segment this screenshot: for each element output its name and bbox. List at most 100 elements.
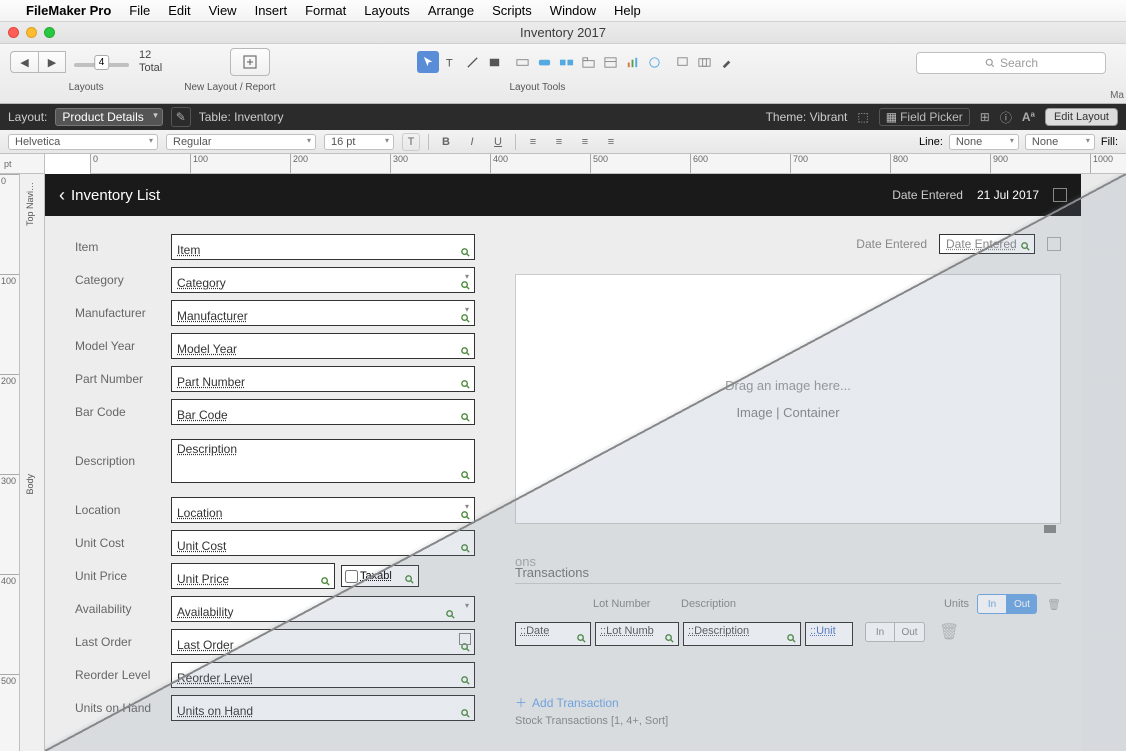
slide-tool-icon[interactable] <box>693 51 715 73</box>
portal-lot-field[interactable]: ::Lot Numb <box>595 622 679 646</box>
field-tool-icon[interactable] <box>511 51 533 73</box>
manage-label: Ma <box>1110 90 1124 101</box>
align-justify-icon[interactable]: ≡ <box>602 133 620 151</box>
field-unit-price[interactable]: Unit Price <box>171 563 335 589</box>
menu-format[interactable]: Format <box>305 3 346 18</box>
buttonbar-tool-icon[interactable] <box>555 51 577 73</box>
field-item[interactable]: Item <box>171 234 475 260</box>
header-action-icon[interactable] <box>1053 188 1067 202</box>
portal-desc-field[interactable]: ::Description <box>683 622 801 646</box>
webviewer-tool-icon[interactable] <box>643 51 665 73</box>
text-color-icon[interactable]: T <box>402 133 420 151</box>
underline-icon[interactable]: U <box>489 133 507 151</box>
line-tool-icon[interactable] <box>461 51 483 73</box>
menu-window[interactable]: Window <box>550 3 596 18</box>
svg-text:T: T <box>446 57 453 69</box>
new-layout-button[interactable] <box>230 48 270 76</box>
out-button[interactable]: Out <box>1007 594 1037 614</box>
line-weight-dropdown[interactable]: None <box>1025 134 1095 150</box>
field-description[interactable]: Description <box>171 439 475 483</box>
label-item: Item <box>75 240 171 254</box>
menu-arrange[interactable]: Arrange <box>428 3 474 18</box>
right-column: Date Entered Date Entered Drag an image … <box>515 234 1061 727</box>
align-left-icon[interactable]: ≡ <box>524 133 542 151</box>
field-picker-button[interactable]: ▦ Field Picker <box>879 108 970 126</box>
layout-dropdown[interactable]: Product Details <box>55 108 162 126</box>
resize-handle-icon[interactable] <box>1044 525 1056 533</box>
field-unit-cost[interactable]: Unit Cost <box>171 530 475 556</box>
row-trash-icon[interactable]: 🗑 <box>939 622 959 646</box>
bold-icon[interactable]: B <box>437 133 455 151</box>
date-entered-label2: Date Entered <box>856 237 927 251</box>
add-transaction-button[interactable]: ＋ Add Transaction <box>515 694 1061 711</box>
layout-slider[interactable]: 4 <box>74 63 129 67</box>
menu-file[interactable]: File <box>129 3 150 18</box>
field-category[interactable]: Category <box>171 267 475 293</box>
layout-canvas[interactable]: ‹ Inventory List Date Entered 21 Jul 201… <box>45 174 1126 751</box>
trash-icon[interactable]: 🗑 <box>1047 598 1061 611</box>
menu-insert[interactable]: Insert <box>255 3 288 18</box>
theme-icon[interactable]: ⬚ <box>857 110 868 124</box>
text-tool-icon[interactable]: T <box>439 51 461 73</box>
popover-tool-icon[interactable] <box>671 51 693 73</box>
portal-tool-icon[interactable] <box>599 51 621 73</box>
date-action-icon[interactable] <box>1047 237 1061 251</box>
field-date-entered[interactable]: Date Entered <box>939 234 1035 254</box>
back-button[interactable]: ‹ Inventory List <box>59 185 160 206</box>
menu-edit[interactable]: Edit <box>168 3 190 18</box>
tab-tool-icon[interactable] <box>577 51 599 73</box>
format-painter-icon[interactable] <box>715 51 737 73</box>
in-button[interactable]: In <box>977 594 1007 614</box>
field-last-order[interactable]: Last Order <box>171 629 475 655</box>
next-layout-button[interactable]: ▶ <box>38 51 66 73</box>
pencil-icon[interactable]: ✎ <box>171 107 191 127</box>
image-container-field[interactable]: Drag an image here... Image | Container <box>515 274 1061 524</box>
portal-date-field[interactable]: ::Date <box>515 622 591 646</box>
info-icon[interactable]: ⓘ <box>1000 109 1012 126</box>
align-right-icon[interactable]: ≡ <box>576 133 594 151</box>
italic-icon[interactable]: I <box>463 133 481 151</box>
minimize-window-icon[interactable] <box>26 27 37 38</box>
portal-unit-field[interactable]: ::Unit <box>805 622 853 646</box>
chart-tool-icon[interactable] <box>621 51 643 73</box>
font-size-dropdown[interactable]: 16 pt <box>324 134 394 150</box>
field-part-number[interactable]: Part Number <box>171 366 475 392</box>
row-in-button[interactable]: In <box>865 622 895 642</box>
field-bar-code[interactable]: Bar Code <box>171 399 475 425</box>
menu-help[interactable]: Help <box>614 3 641 18</box>
taxable-checkbox[interactable] <box>345 570 358 583</box>
menu-scripts[interactable]: Scripts <box>492 3 532 18</box>
field-location[interactable]: Location <box>171 497 475 523</box>
inout-toggle[interactable]: In Out <box>977 594 1037 614</box>
text-a-icon[interactable]: Aª <box>1022 110 1035 124</box>
field-units-on-hand[interactable]: Units on Hand <box>171 695 475 721</box>
exit-layout-button[interactable]: Edit Layout <box>1045 108 1118 126</box>
layout-bar: Layout: Product Details ✎ Table: Invento… <box>0 104 1126 130</box>
font-style-dropdown[interactable]: Regular <box>166 134 316 150</box>
app-name[interactable]: FileMaker Pro <box>26 3 111 18</box>
rect-tool-icon[interactable] <box>483 51 505 73</box>
part-topnav[interactable]: Top Navi… <box>25 182 35 226</box>
button-tool-icon[interactable] <box>533 51 555 73</box>
fill-label: Fill: <box>1101 136 1118 148</box>
field-taxable[interactable]: Taxabl <box>341 565 419 587</box>
field-availability[interactable]: Availability <box>171 596 475 622</box>
align-center-icon[interactable]: ≡ <box>550 133 568 151</box>
inspector-icon[interactable]: ⊞ <box>980 110 990 124</box>
field-manufacturer[interactable]: Manufacturer <box>171 300 475 326</box>
row-out-button[interactable]: Out <box>895 622 925 642</box>
line-style-dropdown[interactable]: None <box>949 134 1019 150</box>
prev-layout-button[interactable]: ◀ <box>10 51 38 73</box>
row-inout[interactable]: In Out <box>865 622 925 646</box>
menu-layouts[interactable]: Layouts <box>364 3 410 18</box>
field-model-year[interactable]: Model Year <box>171 333 475 359</box>
close-window-icon[interactable] <box>8 27 19 38</box>
field-reorder-level[interactable]: Reorder Level <box>171 662 475 688</box>
menu-view[interactable]: View <box>209 3 237 18</box>
zoom-window-icon[interactable] <box>44 27 55 38</box>
search-input[interactable]: Search <box>916 52 1106 74</box>
part-body[interactable]: Body <box>25 474 35 495</box>
toolbar: ◀ ▶ 4 12 Total Layouts New Layout / Repo… <box>0 44 1126 104</box>
selection-tool-icon[interactable] <box>417 51 439 73</box>
font-dropdown[interactable]: Helvetica <box>8 134 158 150</box>
